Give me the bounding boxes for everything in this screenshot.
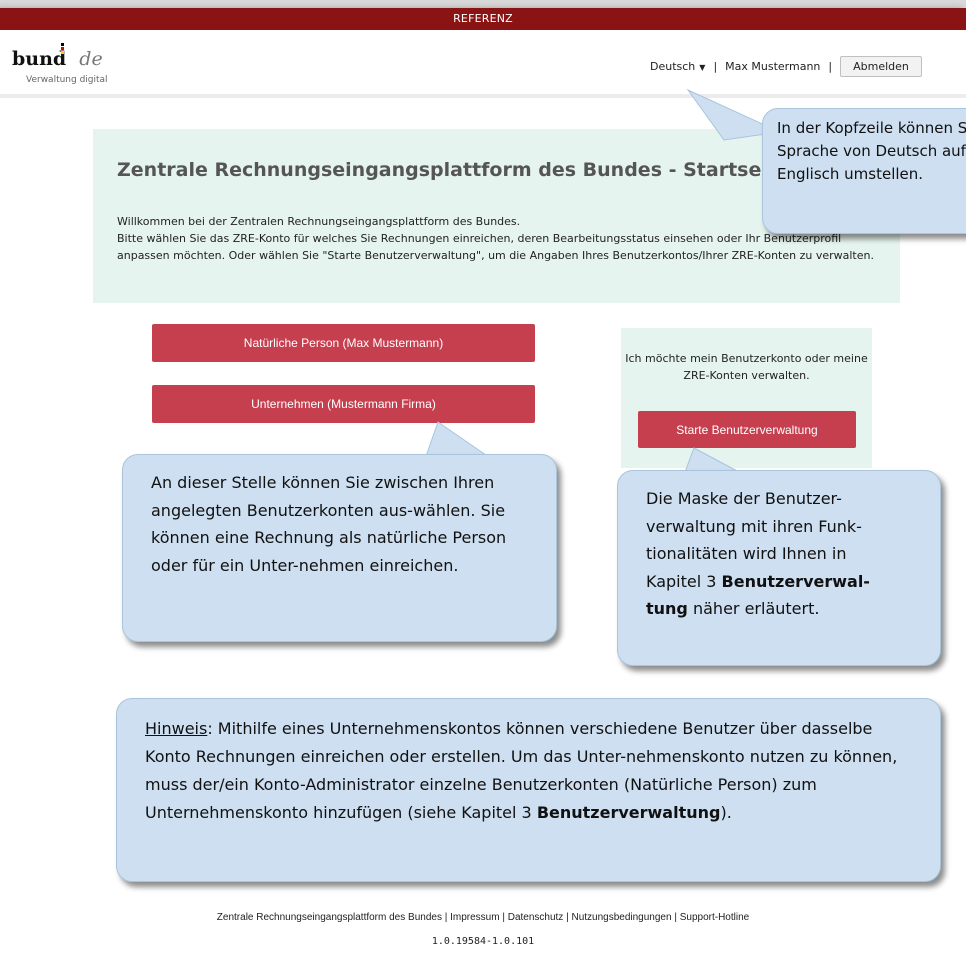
start-user-admin-button[interactable]: Starte Benutzerverwaltung <box>638 411 856 448</box>
footer-separator: | <box>671 912 680 923</box>
logout-button[interactable]: Abmelden <box>840 56 922 77</box>
footer-separator: | <box>441 912 451 923</box>
caret-down-icon: ▼ <box>699 63 706 72</box>
logo-suffix: de <box>79 48 103 70</box>
language-label: Deutsch <box>650 60 696 73</box>
page-title: Zentrale Rechnungseingangsplattform des … <box>117 159 790 181</box>
callout-user-admin-text: Die Maske der Benutzer-verwaltung mit ih… <box>646 485 896 623</box>
footer-links: Zentrale Rechnungseingangsplattform des … <box>0 912 966 923</box>
nav-separator: | <box>828 60 833 73</box>
logo-subtitle: Verwaltung digital <box>26 75 108 85</box>
footer-nutzungsbedingungen-link[interactable]: Nutzungsbedingungen <box>571 912 671 923</box>
callout-note: Hinweis: Mithilfe eines Unternehmenskont… <box>116 698 941 882</box>
note-part-1: : Mithilfe eines Unternehmenskontos könn… <box>145 719 898 822</box>
callout-accounts-text: An dieser Stelle können Sie zwischen Ihr… <box>151 473 507 575</box>
callout-language-text: In der Kopfzeile können Sie die Sprache … <box>777 119 966 183</box>
header: bund de Verwaltung digital Deutsch ▼ | Ma… <box>0 30 966 98</box>
logo-flag-dots <box>61 43 66 55</box>
footer-separator: | <box>499 912 508 923</box>
user-name: Max Mustermann <box>725 60 821 73</box>
nav-separator: | <box>713 60 718 73</box>
environment-banner: REFERENZ <box>0 8 966 30</box>
callout-note-text: Hinweis: Mithilfe eines Unternehmenskont… <box>145 715 915 827</box>
footer-support-hotline-link[interactable]: Support-Hotline <box>680 912 749 923</box>
note-bold: Benutzerverwaltung <box>536 803 721 822</box>
footer-datenschutz-link[interactable]: Datenschutz <box>508 912 564 923</box>
callout-language: In der Kopfzeile können Sie die Sprache … <box>762 108 966 234</box>
callout-user-admin: Die Maske der Benutzer-verwaltung mit ih… <box>617 470 941 666</box>
header-nav: Deutsch ▼ | Max Mustermann | Abmelden <box>650 56 922 77</box>
user-admin-text: Ich möchte mein Benutzerkonto oder meine… <box>625 352 868 382</box>
natural-person-account-button[interactable]: Natürliche Person (Max Mustermann) <box>152 324 535 362</box>
page: REFERENZ bund de Verwaltung digital Deut… <box>0 8 966 976</box>
welcome-line-1: Willkommen bei der Zentralen Rechnungsei… <box>117 215 521 228</box>
callout-accounts: An dieser Stelle können Sie zwischen Ihr… <box>122 454 557 642</box>
note-part-2: ). <box>720 803 732 822</box>
logo-main: bund <box>12 48 67 70</box>
callout-admin-part-2: näher erläutert. <box>687 599 820 618</box>
version-number: 1.0.19584-1.0.101 <box>431 936 535 947</box>
note-label: Hinweis <box>145 719 208 738</box>
bund-de-logo[interactable]: bund de Verwaltung digital <box>12 43 108 85</box>
language-selector[interactable]: Deutsch ▼ <box>650 60 705 73</box>
footer-platform-link[interactable]: Zentrale Rechnungseingangsplattform des … <box>217 912 442 923</box>
footer-impressum-link[interactable]: Impressum <box>450 912 499 923</box>
welcome-line-2: Bitte wählen Sie das ZRE-Konto für welch… <box>117 232 874 262</box>
